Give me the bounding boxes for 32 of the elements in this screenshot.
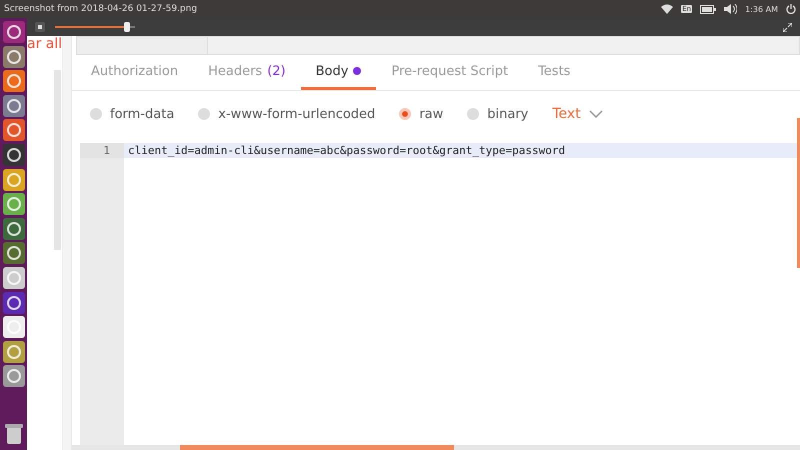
line-number: 1 (80, 143, 124, 158)
tab[interactable]: Headers (2) (193, 55, 301, 90)
clock[interactable]: 1:36 AM (745, 4, 778, 14)
stop-icon[interactable] (35, 22, 45, 32)
fullscreen-icon[interactable] (783, 22, 792, 32)
wifi-icon[interactable] (661, 4, 674, 14)
radio-button[interactable] (399, 108, 412, 120)
scrollbar-thumb[interactable] (797, 118, 800, 268)
radio-option[interactable]: binary (467, 106, 528, 122)
circle-logo-icon[interactable] (2, 21, 24, 43)
trash-icon[interactable] (4, 423, 24, 445)
radio-option[interactable]: form-data (90, 106, 174, 122)
radio-label: raw (419, 106, 444, 122)
url-field[interactable] (207, 36, 800, 55)
radio-button[interactable] (467, 108, 480, 120)
tab[interactable]: Body (300, 55, 376, 90)
radio-button[interactable] (90, 108, 102, 120)
scrollbar-thumb[interactable] (180, 445, 454, 450)
header-count: (2) (267, 64, 286, 78)
volume-icon[interactable] (724, 4, 738, 14)
code-line: client_id=admin-cli&username=abc&password=root&grant_type=password (127, 144, 566, 157)
clear-all-link[interactable]: ar all (27, 36, 62, 52)
radio-button[interactable] (198, 108, 210, 120)
radio-option[interactable]: raw (399, 106, 444, 122)
radio-label: binary (487, 106, 528, 122)
radio-label: form-data (110, 106, 174, 122)
power-icon[interactable] (786, 4, 796, 14)
scrollbar-thumb[interactable] (54, 70, 61, 250)
chevron-icon (588, 110, 603, 118)
battery-icon[interactable] (700, 4, 716, 14)
code-editor[interactable]: 1 client_id=admin-cli&username=abc&password=root&grant_type=password (80, 143, 800, 445)
window-title: Screenshot from 2018-04-26 01-27-59.png (4, 4, 198, 14)
